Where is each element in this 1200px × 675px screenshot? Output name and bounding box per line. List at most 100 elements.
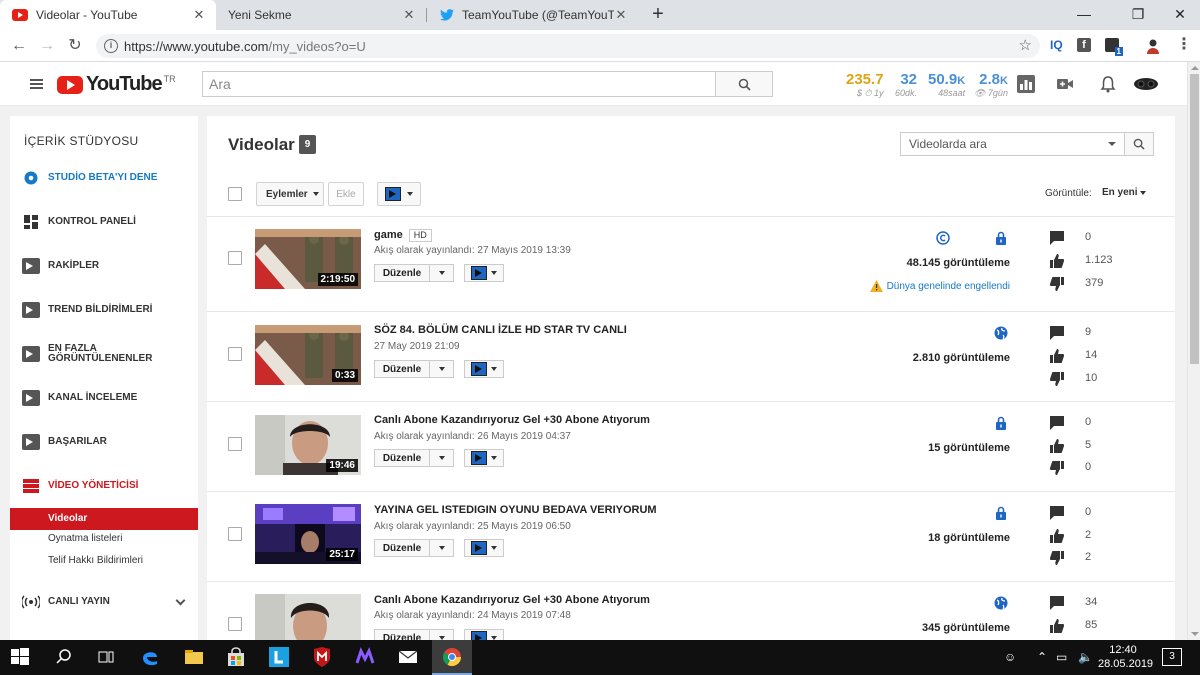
video-thumbnail[interactable]: 0:33 <box>255 325 361 385</box>
close-icon[interactable]: ✕ <box>192 7 206 23</box>
thumbs-up-icon[interactable] <box>1050 439 1064 453</box>
sidebar-item-video-manager[interactable]: VİDEO YÖNETİCİSİ <box>10 471 198 501</box>
page-scrollbar[interactable] <box>1187 62 1200 640</box>
private-lock-icon[interactable] <box>994 416 1008 430</box>
thumbs-down-icon[interactable] <box>1050 277 1064 291</box>
store-icon[interactable] <box>226 647 246 667</box>
search-icon[interactable] <box>54 647 74 667</box>
vidiq-7day-stat[interactable]: 2.8K 👁 7gün <box>974 71 1008 99</box>
thumbs-up-icon[interactable] <box>1050 529 1064 543</box>
sidebar-item-most-viewed[interactable]: EN FAZLA GÖRÜNTÜLENENLER <box>10 339 198 369</box>
close-icon[interactable]: ✕ <box>402 7 416 23</box>
mcafee-icon[interactable] <box>312 647 332 667</box>
comment-icon[interactable] <box>1050 416 1064 430</box>
edit-dropdown[interactable]: Düzenle <box>374 264 454 282</box>
facebook-extension-icon[interactable]: f <box>1077 38 1091 52</box>
video-title[interactable]: SÖZ 84. BÖLÜM CANLI İZLE HD STAR TV CANL… <box>374 324 627 336</box>
chrome-menu-icon[interactable]: ⋮ <box>1176 34 1192 53</box>
people-icon[interactable]: ☺ <box>1004 650 1016 664</box>
upload-video-icon[interactable] <box>1056 75 1074 93</box>
mail-icon[interactable] <box>398 647 418 667</box>
thumbs-up-icon[interactable] <box>1050 619 1064 633</box>
private-lock-icon[interactable] <box>994 506 1008 520</box>
comment-icon[interactable] <box>1050 231 1064 245</box>
menu-icon[interactable] <box>30 79 43 89</box>
youtube-logo[interactable]: YouTube TR <box>57 73 176 96</box>
tab-youtube[interactable]: Videolar - YouTube ✕ <box>0 0 216 30</box>
vidiq-video-dropdown[interactable] <box>464 360 504 378</box>
row-checkbox[interactable] <box>228 251 242 265</box>
windows-start-icon[interactable] <box>10 647 30 667</box>
vidiq-realtime-stat[interactable]: 32 60dk. <box>895 71 917 98</box>
scroll-up-arrow[interactable] <box>1191 66 1199 70</box>
select-all-checkbox[interactable] <box>228 187 242 201</box>
comment-icon[interactable] <box>1050 326 1064 340</box>
sort-dropdown[interactable]: En yeni <box>1102 187 1147 198</box>
sidebar-item-trend-alerts[interactable]: TREND BİLDİRİMLERİ <box>10 295 198 325</box>
vidiq-video-dropdown[interactable] <box>464 449 504 467</box>
file-explorer-icon[interactable] <box>184 647 204 667</box>
app-m-icon[interactable] <box>355 647 375 667</box>
vidiq-video-dropdown[interactable] <box>464 264 504 282</box>
sidebar-item-achievements[interactable]: BAŞARILAR <box>10 427 198 457</box>
system-clock[interactable]: 12:40 28.05.2019 <box>1098 643 1153 671</box>
comment-icon[interactable] <box>1050 506 1064 520</box>
private-lock-icon[interactable] <box>994 231 1008 245</box>
edge-browser-icon[interactable] <box>140 647 160 667</box>
minimize-button[interactable]: — <box>1064 0 1104 30</box>
public-globe-icon[interactable] <box>994 326 1008 340</box>
reload-button[interactable]: ↻ <box>64 35 86 57</box>
sidebar-subitem-playlists[interactable]: Oynatma listeleri <box>10 528 198 550</box>
video-title[interactable]: YAYINA GEL ISTEDIGIN OYUNU BEDAVA VERIYO… <box>374 504 657 516</box>
chevron-down-icon[interactable] <box>175 595 186 606</box>
video-title[interactable]: Canlı Abone Kazandırıyoruz Gel +30 Abone… <box>374 414 650 426</box>
profile-avatar[interactable] <box>1145 38 1161 54</box>
dropdown-arrow-icon[interactable] <box>1108 142 1116 146</box>
vidiq-48h-stat[interactable]: 50.9K 48saat <box>928 71 965 98</box>
scrollbar-thumb[interactable] <box>1190 74 1199 364</box>
sidebar-subitem-videos[interactable]: Videolar <box>10 508 198 530</box>
copyright-icon[interactable] <box>936 231 950 245</box>
url-field[interactable]: i https://www.youtube.com/my_videos?o=U … <box>96 34 1040 58</box>
thumbs-down-icon[interactable] <box>1050 551 1064 565</box>
extension-icon[interactable]: 1 <box>1105 38 1123 56</box>
comment-icon[interactable] <box>1050 596 1064 610</box>
thumbs-down-icon[interactable] <box>1050 372 1064 386</box>
analytics-icon[interactable] <box>1017 75 1035 93</box>
sidebar-subitem-copyright[interactable]: Telif Hakkı Bildirimleri <box>10 550 198 572</box>
video-title[interactable]: game HD <box>374 229 432 242</box>
app-l-icon[interactable] <box>269 647 289 667</box>
chevron-up-icon[interactable]: ⌃ <box>1037 650 1047 664</box>
chrome-taskbar-button[interactable] <box>432 640 472 675</box>
tab-twitter[interactable]: TeamYouTube (@TeamYouTube) | Tw ✕ <box>428 0 638 30</box>
scroll-down-arrow[interactable] <box>1191 632 1199 636</box>
vidiq-video-dropdown[interactable] <box>464 539 504 557</box>
search-button[interactable] <box>715 71 773 97</box>
blocked-notice[interactable]: Dünya genelinde engellendi <box>869 280 1010 292</box>
tab-new[interactable]: Yeni Sekme ✕ <box>216 0 426 30</box>
video-thumbnail[interactable]: 19:46 <box>255 415 361 475</box>
volume-icon[interactable]: 🔈 <box>1078 650 1093 664</box>
forward-button[interactable]: → <box>36 35 58 57</box>
back-button[interactable]: ← <box>8 35 30 57</box>
video-thumbnail[interactable]: 25:17 <box>255 504 361 564</box>
thumbs-up-icon[interactable] <box>1050 254 1064 268</box>
sidebar-item-live[interactable]: CANLI YAYIN <box>10 587 198 617</box>
video-title[interactable]: Canlı Abone Kazandırıyoruz Gel +30 Abone… <box>374 594 650 606</box>
video-thumbnail[interactable] <box>255 594 361 640</box>
thumbs-up-icon[interactable] <box>1050 349 1064 363</box>
bookmark-star-icon[interactable]: ☆ <box>1019 36 1032 54</box>
account-avatar-icon[interactable] <box>1134 75 1158 93</box>
add-button[interactable]: Ekle <box>328 182 364 206</box>
vidiq-earnings-stat[interactable]: 235.7 $ ⏱ 1y <box>846 71 884 99</box>
url-text[interactable]: https://www.youtube.com/my_videos?o=U <box>124 39 366 54</box>
site-info-icon[interactable]: i <box>104 39 118 53</box>
row-checkbox[interactable] <box>228 527 242 541</box>
edit-dropdown[interactable]: Düzenle <box>374 539 454 557</box>
row-checkbox[interactable] <box>228 347 242 361</box>
search-input[interactable] <box>203 72 715 96</box>
row-checkbox[interactable] <box>228 437 242 451</box>
actions-dropdown[interactable]: Eylemler <box>256 182 324 206</box>
vidiq-extension-icon[interactable]: IQ <box>1050 38 1063 54</box>
vidiq-bulk-dropdown[interactable] <box>377 182 421 206</box>
